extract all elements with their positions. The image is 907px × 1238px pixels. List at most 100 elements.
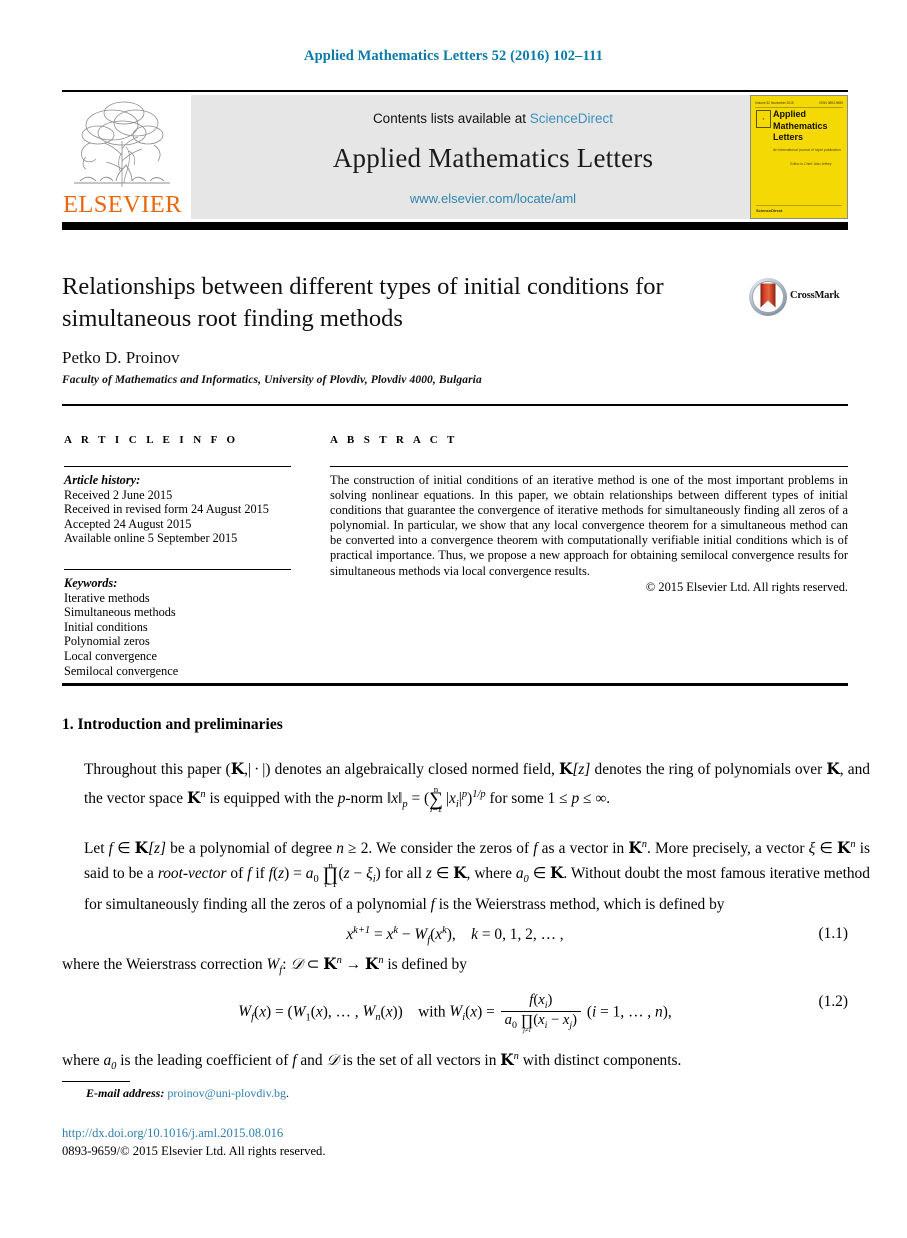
journal-masthead: ELSEVIER Contents lists available at Sci… bbox=[62, 90, 848, 222]
abstract-copyright: © 2015 Elsevier Ltd. All rights reserved… bbox=[645, 580, 848, 594]
para2-seg10: , where bbox=[466, 865, 516, 883]
keyword-item: Initial conditions bbox=[64, 619, 148, 634]
para1-seg1: Throughout this paper ( bbox=[84, 761, 231, 778]
cover-subtitle: An international journal of rapid public… bbox=[773, 148, 841, 152]
journal-cover-thumbnail[interactable]: Volume 52 November 2015 ISSN 0893-9659 E… bbox=[750, 95, 848, 219]
crossmark-icon bbox=[749, 278, 787, 316]
elsevier-wordmark: ELSEVIER bbox=[63, 190, 182, 218]
field-symbol: K bbox=[628, 839, 642, 858]
keywords-block: Keywords: Iterative methods Simultaneous… bbox=[64, 576, 296, 678]
abstract-heading: A B S T R A C T bbox=[330, 434, 458, 446]
cover-elsevier-mark: E bbox=[756, 110, 771, 128]
author-affiliation: Faculty of Mathematics and Informatics, … bbox=[62, 374, 482, 386]
para2-seg1: Let bbox=[84, 840, 109, 858]
article-info-rule-top bbox=[64, 466, 291, 468]
xi-symbol: ξ bbox=[808, 840, 816, 858]
crossmark-badge[interactable]: CrossMark bbox=[748, 277, 848, 321]
para2-seg4: as a vector in bbox=[537, 840, 629, 858]
field-symbol: K bbox=[453, 864, 467, 883]
elsevier-tree-icon bbox=[74, 101, 170, 187]
equation-1-1-number: (1.1) bbox=[818, 925, 849, 942]
page-title: Relationships between different types of… bbox=[62, 273, 664, 332]
para1-seg2: ) denotes an algebraically closed normed… bbox=[265, 761, 560, 778]
article-history-item: Received in revised form 24 August 2015 bbox=[64, 502, 269, 517]
keyword-item: Iterative methods bbox=[64, 590, 150, 605]
para2-seg8: if bbox=[251, 865, 269, 883]
var-z: z bbox=[425, 865, 432, 883]
para2-seg2: be a polynomial of degree bbox=[166, 840, 337, 858]
equation-1-2-row: Wf(x) = (W1(x), … , Wn(x)) with Wi(x) = … bbox=[62, 992, 849, 1033]
article-history-block: Article history: Received 2 June 2015 Re… bbox=[64, 473, 296, 546]
leadin-b: is defined by bbox=[383, 956, 467, 974]
article-history-item: Received 2 June 2015 bbox=[64, 487, 173, 502]
elsevier-logo: ELSEVIER bbox=[62, 95, 182, 219]
keyword-item: Simultaneous methods bbox=[64, 605, 176, 620]
email-link[interactable]: proinov@uni-plovdiv.bg bbox=[167, 1086, 286, 1100]
coef-a0: a0 bbox=[103, 1052, 117, 1073]
domain-D: 𝒟 bbox=[326, 1052, 339, 1070]
para2-seg12: is the Weierstrass method, which is defi… bbox=[434, 896, 725, 914]
body-paragraph-2: Let f ∈ K[z] be a polynomial of degree n… bbox=[84, 839, 870, 914]
section-heading-introduction: 1. Introduction and preliminaries bbox=[62, 716, 283, 733]
doi-link[interactable]: http://dx.doi.org/10.1016/j.aml.2015.08.… bbox=[62, 1126, 283, 1141]
poly-f: f bbox=[108, 840, 113, 858]
para1-norm-def: ‖x‖p = (∑ n i=1 |xi|p)1/p bbox=[386, 784, 486, 814]
para1-seg5: is equipped with the bbox=[205, 790, 338, 808]
issn-copyright-line: 0893-9659/© 2015 Elsevier Ltd. All right… bbox=[62, 1144, 326, 1158]
para3-c: and bbox=[296, 1052, 327, 1070]
para2-seg7: of bbox=[226, 865, 248, 883]
masthead-black-bar bbox=[62, 222, 848, 230]
para1-range: 1 ≤ p ≤ ∞. bbox=[547, 790, 611, 808]
paper-page: Applied Mathematics Letters 52 (2016) 10… bbox=[0, 0, 907, 1238]
email-label: E-mail address: bbox=[86, 1086, 165, 1100]
para2-rootvector-eq: f(z) = a0 ∏ n i=1 (z − ξi) bbox=[268, 859, 381, 889]
abstract-text: The construction of initial conditions o… bbox=[330, 473, 848, 578]
leadin-a: where the Weierstrass correction bbox=[62, 956, 267, 974]
para3-e: with distinct components. bbox=[518, 1052, 682, 1070]
para3-d: is the set of all vectors in bbox=[338, 1052, 501, 1070]
cover-editor-line: Editor-in-Chief: Alan Jeffrey bbox=[790, 162, 832, 166]
body-paragraph-1: Throughout this paper (K,| · |) denotes … bbox=[62, 757, 870, 817]
field-symbol: K bbox=[134, 839, 149, 858]
masthead-top-rule bbox=[62, 90, 848, 92]
cover-issn-line: ISSN 0893-9659 bbox=[819, 101, 843, 105]
article-history-item: Available online 5 September 2015 bbox=[64, 531, 238, 546]
degree-n: n bbox=[336, 840, 344, 858]
para1-seg3: denotes the ring of polynomials over bbox=[590, 761, 827, 778]
equation-1-2-number: (1.2) bbox=[818, 993, 849, 1010]
abstract-bottom-rule bbox=[62, 683, 848, 686]
journal-homepage-link[interactable]: www.elsevier.com/locate/aml bbox=[191, 191, 795, 206]
para1-seg7: for some bbox=[485, 790, 548, 808]
title-bottom-rule bbox=[62, 404, 848, 406]
cover-volume-line: Volume 52 November 2015 bbox=[755, 101, 794, 105]
cover-footer: ScienceDirect bbox=[756, 205, 842, 213]
cover-title-line-2: Mathematics bbox=[773, 120, 828, 131]
article-history-item: Accepted 24 August 2015 bbox=[64, 516, 192, 531]
footnote-rule bbox=[62, 1081, 130, 1083]
running-head: Applied Mathematics Letters 52 (2016) 10… bbox=[304, 48, 603, 64]
masthead-center-panel: Contents lists available at ScienceDirec… bbox=[191, 95, 795, 219]
cover-title-line-3: Letters bbox=[773, 132, 804, 142]
cover-topbar: Volume 52 November 2015 ISSN 0893-9659 bbox=[755, 99, 843, 108]
para1-ring-arg: [z] bbox=[572, 761, 591, 778]
para2-seg5: . More precisely, a vector bbox=[647, 840, 809, 858]
field-symbol: K bbox=[230, 760, 245, 778]
field-symbol: K bbox=[559, 760, 573, 778]
keyword-item: Polynomial zeros bbox=[64, 634, 150, 649]
contents-prefix: Contents lists available at bbox=[372, 111, 530, 126]
keyword-item: Semilocal convergence bbox=[64, 663, 179, 678]
para3-a: where bbox=[62, 1052, 104, 1070]
para1-norm-bar: ,| · | bbox=[244, 761, 266, 778]
article-info-rule-mid bbox=[64, 569, 291, 571]
para3-b: is the leading coefficient of bbox=[116, 1052, 293, 1070]
cover-title: Applied Mathematics Letters bbox=[773, 109, 828, 144]
crossmark-label: CrossMark bbox=[790, 290, 840, 301]
cover-title-line-1: Applied bbox=[773, 109, 806, 119]
coef-a0: a0 bbox=[515, 865, 529, 886]
sciencedirect-link[interactable]: ScienceDirect bbox=[530, 111, 613, 126]
field-symbol: K bbox=[550, 864, 564, 883]
equation-1-1-leadin: where the Weierstrass correction Wf: 𝒟 ⊂… bbox=[62, 955, 848, 976]
keywords-label: Keywords: bbox=[64, 576, 118, 590]
footnote-email: E-mail address: proinov@uni-plovdiv.bg. bbox=[86, 1086, 289, 1101]
field-symbol: K bbox=[836, 839, 851, 858]
